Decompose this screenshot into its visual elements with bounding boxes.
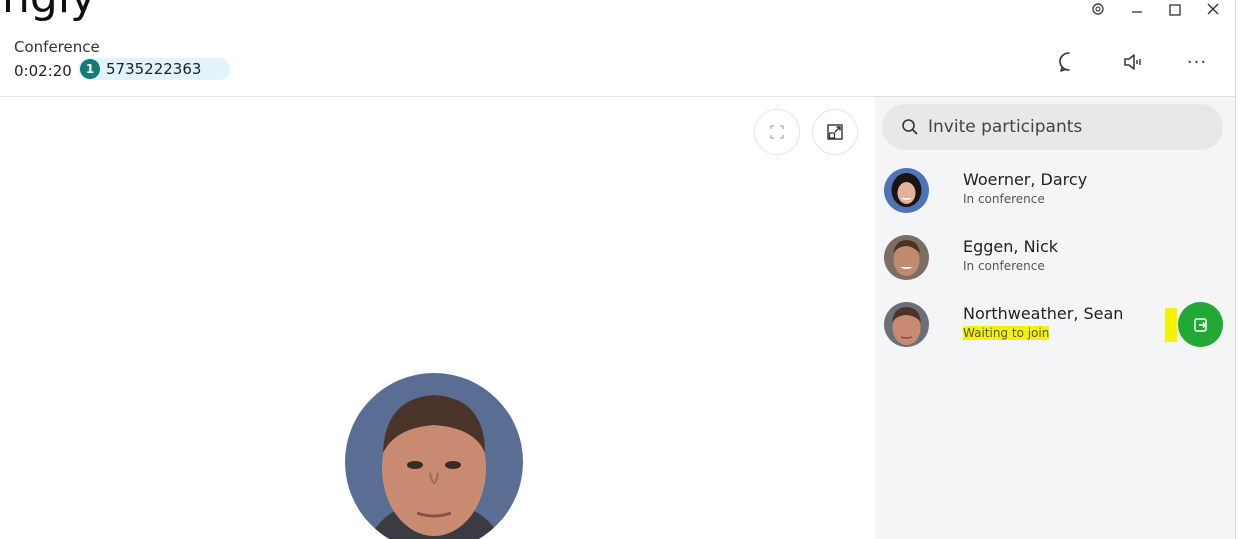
- fullscreen-icon[interactable]: [754, 109, 800, 155]
- search-icon: [900, 117, 920, 137]
- window-edge: [1235, 0, 1253, 539]
- more-label: ···: [1186, 51, 1208, 73]
- invite-participants-input[interactable]: [928, 117, 1208, 137]
- call-timer: 0:02:20: [14, 62, 72, 80]
- conference-header: Conference 0:02:20 1 5735222363 ···: [0, 22, 1235, 97]
- invite-search[interactable]: [882, 104, 1223, 150]
- close-icon[interactable]: [1198, 0, 1228, 18]
- maximize-icon[interactable]: [1160, 0, 1190, 18]
- admit-icon: [1193, 317, 1207, 332]
- participant-name: Eggen, Nick: [963, 237, 1059, 256]
- conference-title: Conference: [14, 38, 100, 56]
- participant-row[interactable]: Eggen, Nick In conference: [875, 227, 1235, 289]
- conference-window: ngly Conference 0:02:20 1 5735222363 ···: [0, 0, 1253, 539]
- phone-number: 5735222363: [106, 60, 202, 78]
- participant-row[interactable]: Northweather, Sean Waiting to join: [875, 294, 1235, 356]
- avatar: [884, 302, 929, 347]
- participant-photo: [345, 373, 523, 539]
- participant-status: Waiting to join: [963, 326, 1050, 340]
- participant-count: 1: [80, 59, 100, 79]
- highlight-mark: [1165, 308, 1177, 342]
- participant-row[interactable]: Woerner, Darcy In conference: [875, 160, 1235, 222]
- cutoff-text: ngly: [2, 0, 96, 22]
- speaker-icon[interactable]: [1119, 48, 1147, 76]
- participant-status: In conference: [963, 192, 1045, 206]
- popout-icon[interactable]: [812, 109, 858, 155]
- more-icon[interactable]: ···: [1183, 48, 1211, 76]
- admit-button[interactable]: [1178, 302, 1223, 347]
- participants-panel: Woerner, Darcy In conference Eggen, Nick…: [875, 97, 1235, 539]
- minimize-icon[interactable]: [1122, 0, 1152, 18]
- participant-name: Northweather, Sean: [963, 304, 1124, 323]
- avatar: [884, 168, 929, 213]
- avatar: [884, 235, 929, 280]
- video-stage: [0, 97, 875, 539]
- participant-status: In conference: [963, 259, 1045, 273]
- title-bar: ngly: [0, 0, 1253, 22]
- chat-icon[interactable]: [1055, 48, 1083, 76]
- participant-badge: 1 5735222363: [78, 58, 230, 80]
- gear-icon[interactable]: [1083, 0, 1113, 18]
- participant-name: Woerner, Darcy: [963, 170, 1088, 189]
